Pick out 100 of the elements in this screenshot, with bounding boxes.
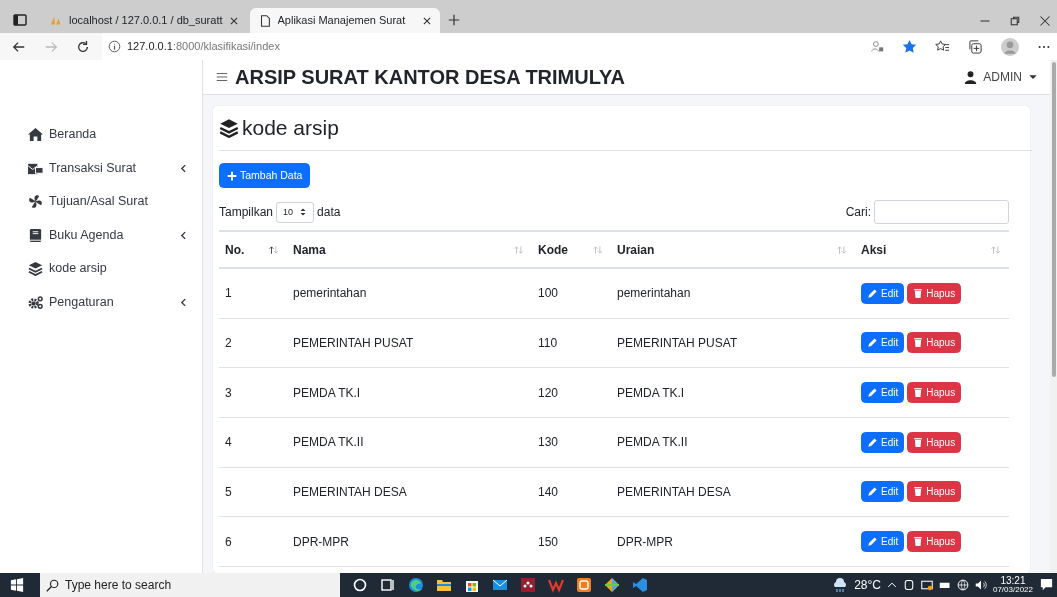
edit-button[interactable]: Edit (861, 531, 905, 553)
scrollbar[interactable] (1050, 60, 1057, 573)
table-cell: 110 (538, 335, 558, 350)
browser-tab[interactable]: Aplikasi Manajemen Surat (249, 8, 440, 33)
edit-button[interactable]: Edit (861, 332, 905, 354)
pencil-icon (867, 436, 878, 448)
windows-icon[interactable] (10, 578, 24, 592)
table-cell: 5 (225, 484, 232, 499)
table-cell: PEMERINTAH PUSAT (617, 335, 738, 350)
table-cell: PEMERINTAH DESA (293, 484, 407, 499)
sidebar-item[interactable]: kode arsip (0, 252, 202, 286)
delete-button[interactable]: Hapus (907, 282, 962, 304)
column-header[interactable]: Aksi (861, 240, 887, 259)
forward-icon (44, 39, 58, 54)
weather-text: 28°C (854, 577, 881, 594)
sidebar-item[interactable]: Beranda (0, 118, 202, 152)
edit-button[interactable]: Edit (861, 481, 905, 503)
table-cell: 6 (225, 534, 232, 549)
star-icon[interactable] (902, 39, 917, 54)
column-header[interactable]: Nama (293, 240, 326, 259)
clock[interactable]: 13:21 07/03/2022 (992, 575, 1033, 595)
fan-icon (28, 194, 43, 210)
table-cell: 120 (538, 385, 559, 400)
column-header[interactable]: Uraian (617, 240, 655, 259)
table-cell: 150 (538, 534, 559, 549)
delete-button[interactable]: Hapus (907, 332, 962, 354)
collections-icon[interactable] (968, 39, 983, 54)
close-icon[interactable] (1039, 14, 1051, 27)
trash-icon (913, 436, 924, 448)
delete-button[interactable]: Hapus (907, 382, 962, 404)
home-icon (28, 127, 43, 143)
user-menu[interactable]: ADMIN (964, 68, 1038, 87)
delete-button[interactable]: Hapus (907, 531, 962, 553)
delete-button[interactable]: Hapus (907, 481, 962, 503)
trash-icon (913, 387, 924, 399)
table-cell: pemerintahan (293, 286, 367, 301)
search-icon (46, 578, 59, 592)
table-cell: PEMDA TK.II (293, 435, 364, 450)
page-length-select[interactable]: 10 (276, 201, 315, 224)
tray-icon[interactable] (920, 579, 933, 591)
folder-icon[interactable] (436, 577, 452, 593)
globe-icon[interactable] (956, 579, 969, 591)
app-icon[interactable] (520, 577, 536, 593)
search-label: Cari: (845, 204, 871, 222)
edit-button[interactable]: Edit (861, 431, 905, 453)
weather-icon[interactable] (832, 577, 849, 593)
tab-actions-icon[interactable] (12, 12, 28, 28)
sidebar-item[interactable]: Transaksi Surat (0, 151, 202, 185)
cortana-icon[interactable] (352, 577, 368, 593)
tray-icon[interactable] (902, 579, 915, 591)
sort-icon (299, 207, 308, 218)
sidebar-item[interactable]: Buku Agenda (0, 218, 202, 252)
close-icon[interactable] (228, 15, 239, 26)
table-cell: DPR-MPR (293, 534, 349, 549)
chevron-up-icon[interactable] (886, 580, 897, 590)
pencil-icon (867, 536, 878, 548)
mail-icon[interactable] (492, 577, 508, 593)
table-cell: PEMDA TK.I (617, 385, 685, 400)
close-icon[interactable] (421, 15, 432, 26)
browser-tab[interactable]: localhost / 127.0.0.1 / db_suratt (41, 8, 247, 33)
table-cell: 100 (538, 286, 559, 301)
edit-button[interactable]: Edit (861, 282, 905, 304)
sidebar-item[interactable]: Pengaturan (0, 285, 202, 319)
pencil-icon (867, 387, 878, 399)
person-icon[interactable] (871, 40, 884, 53)
restore-icon[interactable] (1009, 14, 1021, 27)
back-icon[interactable] (12, 39, 26, 54)
table-cell: 130 (538, 435, 559, 450)
avatar-icon[interactable] (1001, 37, 1019, 56)
column-header[interactable]: Kode (538, 240, 568, 259)
pencil-icon (867, 337, 878, 349)
info-icon[interactable] (108, 40, 121, 53)
favorites-icon[interactable] (935, 39, 950, 54)
search-field[interactable]: Type here to search (40, 573, 340, 597)
table-cell: 2 (225, 335, 232, 350)
edit-button[interactable]: Edit (861, 382, 905, 404)
sort-icon[interactable] (268, 244, 280, 255)
code-editor-icon[interactable] (632, 577, 648, 593)
plus-icon (227, 170, 237, 181)
speaker-icon[interactable] (974, 579, 987, 591)
table-cell: 4 (225, 435, 232, 450)
browser-icon[interactable] (408, 577, 424, 593)
layers-icon (219, 117, 239, 138)
new-tab-icon[interactable] (446, 13, 461, 27)
column-header[interactable]: No. (225, 240, 245, 259)
url-field[interactable]: 127.0.0.1:8000/klasifikasi/index (127, 38, 280, 55)
search-field[interactable] (874, 200, 1009, 225)
delete-button[interactable]: Hapus (907, 431, 962, 453)
app-icon[interactable] (576, 577, 592, 593)
book-icon (28, 227, 43, 243)
diamond-icon[interactable] (604, 577, 620, 593)
tab-title: Aplikasi Manajemen Surat (277, 13, 407, 29)
table-cell: PEMERINTAH DESA (617, 484, 731, 499)
add-button[interactable]: Tambah Data (219, 162, 311, 189)
gears-icon (28, 294, 43, 310)
page-heading: ARSIP SURAT KANTOR DESA TRIMULYA (235, 65, 626, 91)
sidebar-item[interactable]: Tujuan/Asal Surat (0, 185, 202, 219)
reload-icon[interactable] (76, 39, 90, 54)
task-view-icon[interactable] (380, 577, 396, 593)
table-cell: DPR-MPR (617, 534, 673, 549)
